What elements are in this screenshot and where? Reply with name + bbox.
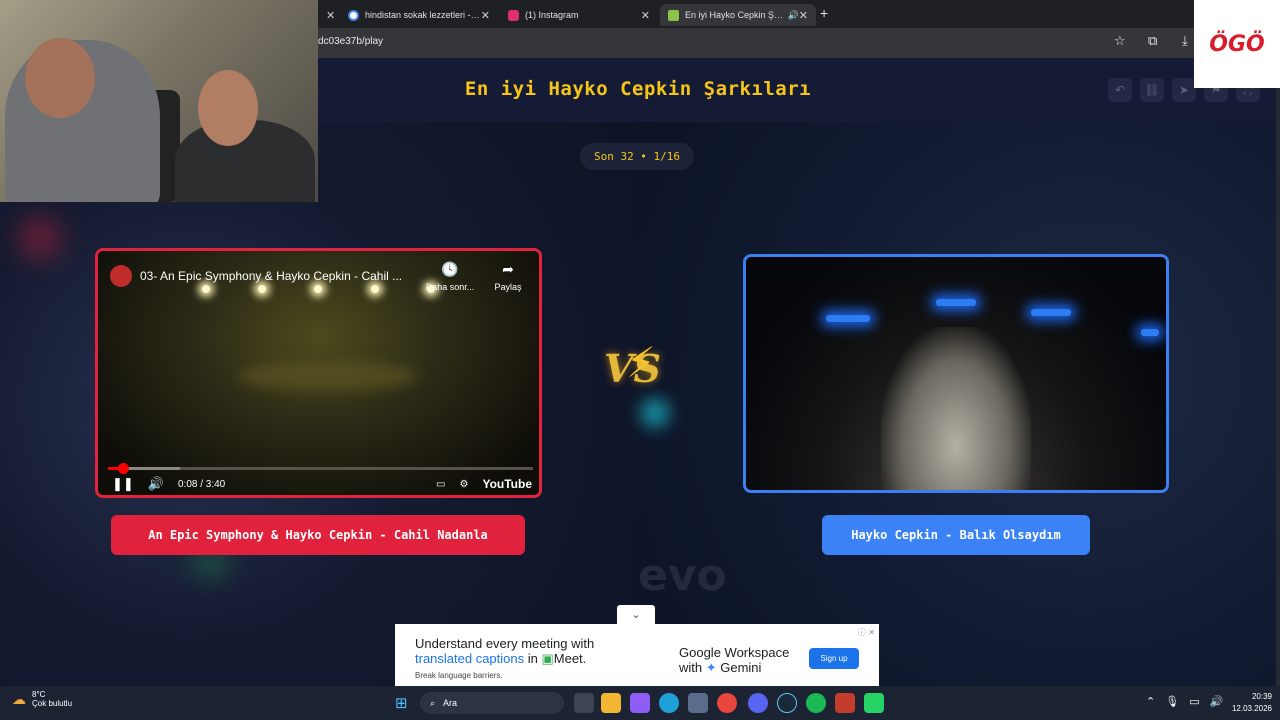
channel-logo: ÖGÖ (1194, 0, 1280, 88)
gemini-icon: ✦ (705, 660, 721, 675)
system-clock[interactable]: 20:39 12.03.2026 (1232, 691, 1272, 715)
page-scrollbar[interactable] (1276, 58, 1280, 686)
bookmark-star-icon[interactable]: ☆ (1114, 34, 1126, 49)
new-tab-button[interactable]: + (820, 5, 828, 21)
youtube-controls: ❚❚ 🔊 0:08 / 3:40 ▭ ⚙ YouTube (112, 476, 532, 492)
download-icon[interactable]: ⤓ (1182, 34, 1188, 49)
background-glow (640, 398, 670, 428)
whatsapp-icon[interactable] (864, 693, 884, 713)
round-badge: Son 32 • 1/16 (580, 143, 694, 170)
close-icon[interactable]: ✕ (326, 9, 335, 22)
ad-headline-2[interactable]: translated captions in ▣Meet. (415, 651, 586, 667)
clock-icon: 🕓 (441, 261, 459, 277)
close-icon[interactable]: ✕ (641, 9, 650, 22)
collapse-ad-button[interactable]: ⌄ (617, 605, 655, 625)
browser-tab-instagram[interactable]: (1) Instagram ✕ (500, 4, 658, 26)
ad-subtext: Break language barriers. (415, 671, 503, 680)
stage-light (1141, 329, 1159, 336)
network-icon[interactable]: ▭ (1189, 695, 1199, 708)
ad-info-icon[interactable]: ⓘ ✕ (858, 627, 875, 638)
taskview-icon[interactable] (574, 693, 594, 713)
choose-left-button[interactable]: An Epic Symphony & Hayko Cepkin - Cahil … (111, 515, 525, 555)
youtube-logo[interactable]: YouTube (482, 477, 532, 491)
share-label: Paylaş (494, 282, 522, 292)
meet-icon: ▣ (541, 651, 554, 666)
copilot-icon[interactable] (630, 693, 650, 713)
volume-icon[interactable]: 🔊 (1210, 695, 1224, 708)
mic-icon[interactable]: 🎙 (1165, 695, 1179, 708)
background-glow (20, 218, 60, 258)
weather-desc: Çok bulutlu (32, 699, 73, 708)
stage-light (1031, 309, 1071, 316)
search-icon: ⌕ (430, 697, 436, 708)
site-favicon-icon (668, 9, 679, 21)
undo-icon[interactable]: ↶ (1108, 78, 1132, 102)
ad-brand: Google Workspace (679, 645, 790, 660)
close-icon[interactable]: ✕ (481, 9, 490, 22)
left-video-card[interactable]: 03- An Epic Symphony & Hayko Cepkin - Ca… (95, 248, 542, 498)
weather-widget[interactable]: ☁ 8°C Çok bulutlu (12, 690, 72, 708)
choose-right-button[interactable]: Hayko Cepkin - Balık Olsaydım (822, 515, 1090, 555)
stage-light (826, 315, 870, 322)
chevron-up-icon[interactable]: ⌃ (1146, 695, 1155, 708)
url-text[interactable]: dc03e37b/play (318, 36, 383, 47)
browser-tab-active[interactable]: En iyi Hayko Cepkin Şarkıla 🔊 ✕ (660, 4, 816, 26)
windows-taskbar: ☁ 8°C Çok bulutlu ⊞ ⌕ Ara ⌃ 🎙 ▭ 🔊 20:39 12… (0, 686, 1280, 720)
send-icon[interactable]: ➤ (1172, 78, 1196, 102)
chrome-icon[interactable] (717, 693, 737, 713)
windows-start-icon[interactable]: ⊞ (395, 694, 408, 712)
lightning-bolt-icon: ⚡ (626, 338, 656, 387)
watch-later-button[interactable]: 🕓 Daha sonr... (420, 261, 480, 292)
store-icon[interactable] (688, 693, 708, 713)
stage-light (936, 299, 976, 306)
orchestra-stage (238, 361, 418, 391)
ad-signup-button[interactable]: Sign up (809, 648, 859, 669)
weather-temp: 8°C (32, 690, 46, 699)
webcam-overlay (0, 0, 318, 202)
tab-label: En iyi Hayko Cepkin Şarkıla (685, 10, 784, 20)
link-icon[interactable]: ⛓ (1140, 78, 1164, 102)
ad-brand-gemini: with ✦ Gemini (679, 660, 762, 675)
browser-tab-google[interactable]: hindistan sokak lezzetleri - Goo ✕ (340, 4, 498, 26)
channel-avatar[interactable] (110, 265, 132, 287)
subtitles-icon[interactable]: ▭ (436, 479, 445, 490)
system-tray: ⌃ 🎙 ▭ 🔊 (1146, 695, 1223, 708)
video-time: 0:08 / 3:40 (177, 478, 226, 490)
file-explorer-icon[interactable] (601, 693, 621, 713)
tab-close-hidden[interactable]: ✕ (318, 4, 340, 26)
background-vevo-watermark: evo (638, 550, 727, 601)
youtube-title-bar: 03- An Epic Symphony & Hayko Cepkin - Ca… (110, 265, 402, 287)
advertisement-banner[interactable]: ⓘ ✕ Understand every meeting with transl… (395, 624, 879, 686)
cloud-icon: ☁ (12, 690, 26, 707)
search-placeholder: Ara (443, 698, 458, 708)
video-progress-bar[interactable] (108, 463, 533, 474)
google-favicon-icon (348, 9, 359, 21)
clock-time: 20:39 (1251, 692, 1272, 701)
taskbar-search[interactable]: ⌕ Ara (420, 692, 564, 714)
volume-icon[interactable]: 🔊 (148, 476, 164, 492)
share-icon: ➦ (502, 261, 514, 277)
edge-icon[interactable] (659, 693, 679, 713)
speaker-icon[interactable]: 🔊 (788, 10, 799, 21)
close-icon[interactable]: ✕ (799, 9, 808, 22)
tab-label: hindistan sokak lezzetleri - Goo (365, 10, 481, 20)
right-video-card[interactable] (743, 254, 1169, 493)
streamer-left-head (25, 38, 95, 118)
youtube-video-title[interactable]: 03- An Epic Symphony & Hayko Cepkin - Ca… (140, 269, 402, 283)
steam-icon[interactable] (777, 693, 797, 713)
tab-label: (1) Instagram (525, 10, 579, 20)
ad-headline[interactable]: Understand every meeting with (415, 636, 594, 651)
clock-date: 12.03.2026 (1231, 704, 1272, 713)
instagram-favicon-icon (508, 9, 519, 21)
settings-gear-icon[interactable]: ⚙ (459, 479, 468, 490)
pause-icon[interactable]: ❚❚ (112, 476, 134, 492)
performer-figure (881, 327, 1031, 490)
spotify-icon[interactable] (806, 693, 826, 713)
game-app-icon[interactable] (835, 693, 855, 713)
watch-later-label: Daha sonr... (425, 282, 475, 292)
streamer-right-head (198, 70, 258, 146)
share-button[interactable]: ➦ Paylaş (490, 261, 526, 292)
extensions-icon[interactable]: ⧉ (1148, 34, 1157, 49)
discord-icon[interactable] (748, 693, 768, 713)
